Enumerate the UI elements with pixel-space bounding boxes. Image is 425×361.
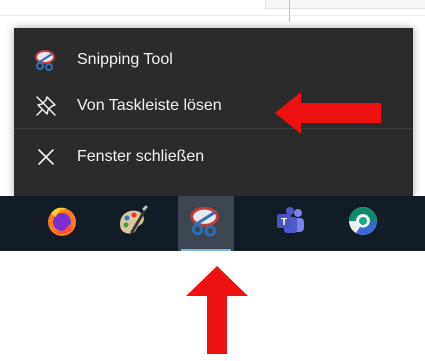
jumplist-item-label: Fenster schließen xyxy=(77,148,205,165)
taskbar-app-browser[interactable] xyxy=(335,196,391,251)
jumplist-item-label: Snipping Tool xyxy=(77,51,173,68)
snipping-tool-icon xyxy=(189,204,223,243)
taskbar-app-paint[interactable] xyxy=(104,196,160,251)
snipping-tool-icon xyxy=(34,48,58,72)
annotation-arrow-up xyxy=(186,266,248,354)
taskbar: T xyxy=(0,196,425,251)
svg-text:T: T xyxy=(281,217,287,228)
background-column-divider xyxy=(289,0,290,22)
firefox-icon xyxy=(45,204,79,243)
jumplist-item-close-window[interactable]: Fenster schließen xyxy=(14,133,413,181)
annotation-arrow-left xyxy=(275,92,381,134)
paint-icon xyxy=(115,204,149,243)
unpin-icon xyxy=(34,94,58,118)
teams-icon: T xyxy=(273,204,307,243)
background-divider xyxy=(0,15,425,16)
close-icon xyxy=(34,145,58,169)
taskbar-app-firefox[interactable] xyxy=(34,196,90,251)
jumplist-item-label: Von Taskleiste lösen xyxy=(77,97,222,114)
browser-icon xyxy=(346,204,380,243)
taskbar-app-teams[interactable]: T xyxy=(262,196,318,251)
taskbar-app-snipping-tool[interactable] xyxy=(178,196,234,251)
jumplist-item-snipping-tool[interactable]: Snipping Tool xyxy=(14,36,413,84)
